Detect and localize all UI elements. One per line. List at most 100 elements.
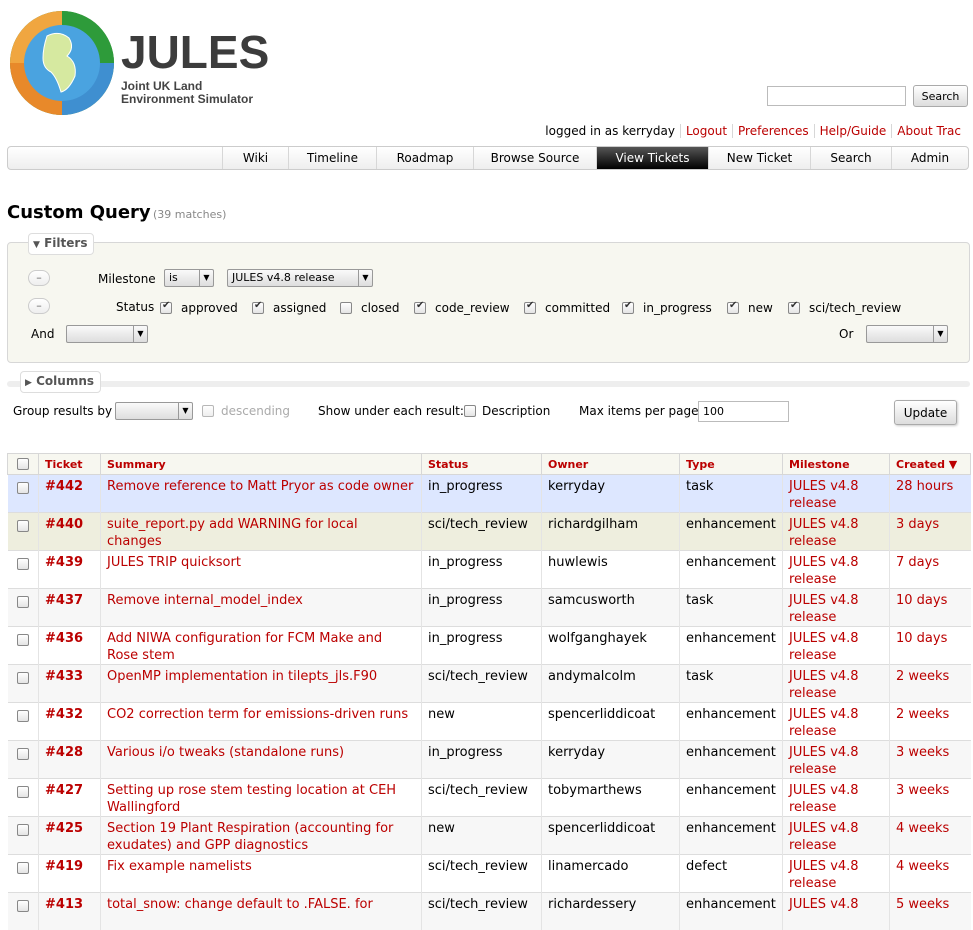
checkbox[interactable] — [524, 302, 536, 314]
ticket-id-link[interactable]: #432 — [45, 707, 83, 722]
row-checkbox[interactable] — [17, 596, 29, 608]
row-checkbox[interactable] — [17, 558, 29, 570]
nav-timeline[interactable]: Timeline — [288, 147, 376, 169]
search-input[interactable] — [767, 86, 906, 106]
ticket-created-link[interactable]: 2 weeks — [896, 707, 949, 722]
table-row[interactable]: #419Fix example namelistssci/tech_review… — [8, 855, 971, 893]
description-option[interactable]: Description — [464, 404, 550, 418]
ticket-summary-link[interactable]: Fix example namelists — [107, 859, 252, 874]
checkbox[interactable] — [788, 302, 800, 314]
about-trac-link[interactable]: About Trac — [897, 124, 961, 138]
table-row[interactable]: #439JULES TRIP quicksortin_progresshuwle… — [8, 551, 971, 589]
checkbox[interactable] — [414, 302, 426, 314]
status-option-code-review[interactable]: code_review — [414, 301, 510, 315]
nav-view-tickets[interactable]: View Tickets — [596, 147, 708, 169]
remove-milestone-filter-button[interactable]: – — [28, 270, 50, 286]
table-row[interactable]: #425Section 19 Plant Respiration (accoun… — [8, 817, 971, 855]
table-row[interactable]: #428 Various i/o tweaks (standalone runs)… — [8, 741, 971, 779]
ticket-summary-link[interactable]: OpenMP implementation in tilepts_jls.F90 — [107, 669, 377, 684]
ticket-milestone-link[interactable]: JULES v4.8 release — [789, 479, 859, 511]
group-by-select[interactable]: ▼ — [115, 402, 193, 420]
ticket-summary-link[interactable]: JULES TRIP quicksort — [107, 555, 241, 570]
ticket-milestone-link[interactable]: JULES v4.8 release — [789, 631, 859, 663]
ticket-id-link[interactable]: #440 — [45, 517, 83, 532]
ticket-summary-link[interactable]: Various i/o tweaks (standalone runs) — [107, 745, 344, 760]
ticket-id-link[interactable]: #428 — [45, 745, 83, 760]
descending-option[interactable]: descending — [202, 404, 290, 418]
select-all-checkbox[interactable] — [17, 458, 29, 470]
ticket-created-link[interactable]: 10 days — [896, 631, 947, 646]
nav-search[interactable]: Search — [810, 147, 891, 169]
ticket-created-link[interactable]: 3 weeks — [896, 783, 949, 798]
status-option-in-progress[interactable]: in_progress — [622, 301, 712, 315]
ticket-milestone-link[interactable]: JULES v4.8 release — [789, 745, 859, 777]
ticket-milestone-link[interactable]: JULES v4.8 release — [789, 859, 859, 891]
ticket-milestone-link[interactable]: JULES v4.8 release — [789, 555, 859, 587]
column-header-ticket[interactable]: Ticket — [39, 454, 101, 475]
table-row[interactable]: #436Add NIWA configuration for FCM Make … — [8, 627, 971, 665]
checkbox[interactable] — [464, 405, 476, 417]
ticket-created-link[interactable]: 3 days — [896, 517, 939, 532]
status-option-closed[interactable]: closed — [340, 301, 400, 315]
ticket-created-link[interactable]: 7 days — [896, 555, 939, 570]
column-header-summary[interactable]: Summary — [101, 454, 422, 475]
row-checkbox[interactable] — [17, 672, 29, 684]
checkbox[interactable] — [340, 302, 352, 314]
status-option-assigned[interactable]: assigned — [252, 301, 326, 315]
select-all-header[interactable] — [8, 454, 39, 475]
status-option-committed[interactable]: committed — [524, 301, 610, 315]
ticket-created-link[interactable]: 10 days — [896, 593, 947, 608]
table-row[interactable]: #440suite_report.py add WARNING for loca… — [8, 513, 971, 551]
ticket-id-link[interactable]: #427 — [45, 783, 83, 798]
ticket-id-link[interactable]: #433 — [45, 669, 83, 684]
status-option-sci-tech-review[interactable]: sci/tech_review — [788, 301, 901, 315]
row-checkbox[interactable] — [17, 824, 29, 836]
and-filter-select[interactable]: ▼ — [66, 325, 148, 343]
ticket-milestone-link[interactable]: JULES v4.8 release — [789, 669, 859, 701]
ticket-milestone-link[interactable]: JULES v4.8 release — [789, 707, 859, 739]
column-header-created[interactable]: Created ▼ — [890, 454, 971, 475]
checkbox[interactable] — [727, 302, 739, 314]
ticket-summary-link[interactable]: CO2 correction term for emissions-driven… — [107, 707, 408, 722]
checkbox[interactable] — [202, 405, 214, 417]
column-header-type[interactable]: Type — [680, 454, 783, 475]
ticket-created-link[interactable]: 4 weeks — [896, 821, 949, 836]
status-option-approved[interactable]: approved — [160, 301, 238, 315]
table-row[interactable]: #427 Setting up rose stem testing locatio… — [8, 779, 971, 817]
ticket-summary-link[interactable]: Remove reference to Matt Pryor as code o… — [107, 479, 413, 494]
ticket-id-link[interactable]: #442 — [45, 479, 83, 494]
ticket-summary-link[interactable]: Setting up rose stem testing location at… — [107, 783, 396, 815]
ticket-summary-link[interactable]: Add NIWA configuration for FCM Make and … — [107, 631, 382, 663]
ticket-id-link[interactable]: #425 — [45, 821, 83, 836]
columns-toggle[interactable]: ▶ Columns — [20, 371, 101, 393]
help-guide-link[interactable]: Help/Guide — [820, 124, 887, 138]
table-row[interactable]: #433 OpenMP implementation in tilepts_jls… — [8, 665, 971, 703]
jules-logo[interactable]: JULES Joint UK Land Environment Simulato… — [7, 8, 277, 120]
max-items-input[interactable] — [698, 401, 789, 422]
row-checkbox[interactable] — [17, 786, 29, 798]
row-checkbox[interactable] — [17, 634, 29, 646]
search-button[interactable]: Search — [913, 85, 968, 107]
table-row[interactable]: #437Remove internal_model_indexin_progre… — [8, 589, 971, 627]
nav-roadmap[interactable]: Roadmap — [376, 147, 473, 169]
nav-new-ticket[interactable]: New Ticket — [708, 147, 810, 169]
ticket-id-link[interactable]: #437 — [45, 593, 83, 608]
row-checkbox[interactable] — [17, 710, 29, 722]
milestone-operator-select[interactable]: is▼ — [164, 269, 214, 287]
logout-link[interactable]: Logout — [686, 124, 727, 138]
ticket-milestone-link[interactable]: JULES v4.8 release — [789, 821, 859, 853]
ticket-created-link[interactable]: 4 weeks — [896, 859, 949, 874]
ticket-summary-link[interactable]: Remove internal_model_index — [107, 593, 303, 608]
nav-admin[interactable]: Admin — [891, 147, 968, 169]
table-row[interactable]: #442 Remove reference to Matt Pryor as co… — [8, 475, 971, 513]
filters-toggle[interactable]: ▼ Filters — [28, 233, 94, 255]
checkbox[interactable] — [622, 302, 634, 314]
ticket-milestone-link[interactable]: JULES v4.8 release — [789, 593, 859, 625]
ticket-id-link[interactable]: #419 — [45, 859, 83, 874]
column-header-status[interactable]: Status — [422, 454, 542, 475]
row-checkbox[interactable] — [17, 900, 29, 912]
ticket-created-link[interactable]: 28 hours — [896, 479, 953, 494]
table-row[interactable]: #432 CO2 correction term for emissions-dr… — [8, 703, 971, 741]
column-header-owner[interactable]: Owner — [542, 454, 680, 475]
ticket-created-link[interactable]: 2 weeks — [896, 669, 949, 684]
